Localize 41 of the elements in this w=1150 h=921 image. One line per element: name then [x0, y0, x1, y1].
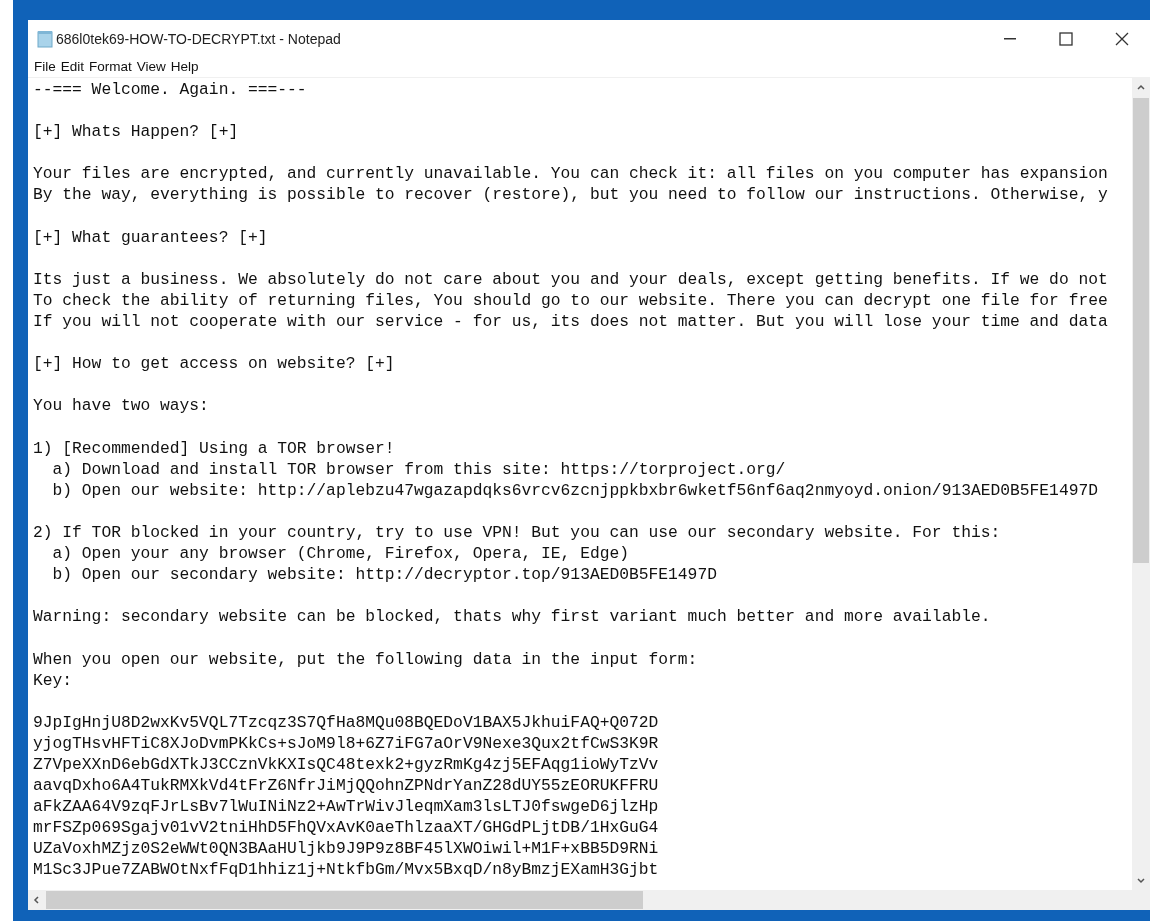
text-line: 2) If TOR blocked in your country, try to use VPN! But you can use our secondary website. For this: [33, 522, 1001, 542]
text-line: 9JpIgHnjU8D2wxKv5VQL7Tzcqz3S7QfHa8MQu08BQEDoV1BAX5JkhuiFAQ+Q072D [33, 712, 659, 732]
text-line: 1) [Recommended] Using a TOR browser! [33, 438, 395, 458]
notepad-icon [36, 30, 54, 48]
text-line: b) Open our secondary website: http://decryptor.top/913AED0B5FE1497D [51, 565, 717, 585]
text-line: By the way, everything is possible to recover (restore), but you need to follow our instructions. Otherwise, y [33, 185, 1108, 205]
minimize-icon [1004, 38, 1016, 40]
text-line: Z7VpeXXnD6ebGdXTkJ3CCznVkKXIsQC48texk2+gyzRmKg4zj5EFAqg1ioWyTzVv [33, 755, 659, 774]
text-line: If you will not cooperate with our service - for us, its does not matter. But you will lose your time and data [33, 312, 1108, 332]
text-line: aavqDxho6A4TukRMXkVd4tFrZ6NfrJiMjQQohnZPNdrYanZ28dUY55zEORUKFFRU [33, 776, 659, 796]
window-title: 686l0tek69-HOW-TO-DECRYPT.txt - Notepad [56, 29, 341, 49]
text-line: Warning: secondary website can be blocked, thats why first variant much better and more available. [33, 607, 991, 627]
close-icon [1115, 32, 1129, 46]
menu-item[interactable]: View [134, 57, 168, 78]
text-line: Key: [33, 670, 73, 690]
vertical-scrollbar[interactable] [1132, 78, 1150, 890]
text-line: aFkZAA64V9zqFJrLsBv7lWuINiNz2+AwTrWivJleqmXam3lsLTJ0fswgeD6jlzHp [33, 797, 659, 817]
text-line: yjogTHsvHFTiC8XJoDvmPKkCs+sJoM9l8+6Z7iFG7aOrV9Nexe3Qux2tfCwS3K9R [33, 733, 659, 753]
maximize-icon [1059, 32, 1073, 46]
menu-item[interactable]: Edit [58, 57, 87, 78]
text-line: To check the ability of returning files, You should go to our website. There you can decrypt one file for free [33, 290, 1108, 310]
text-line: Its just a business. We absolutely do not care about you and your deals, except getting benefits. If we do not [33, 269, 1108, 289]
menu-item[interactable]: Help [168, 57, 201, 78]
text-line: UZaVoxhMZjz0S2eWWt0QN3BAaHUljkb9J9P9z8BF45lXWOiwil+M1F+xBB5D9RNi [33, 839, 659, 859]
text-line: b) Open our website: http://aplebzu47wgazapdqks6vrcv6zcnjppkbxbr6wketf56nf6aq2nmyoyd.onion/913AED0B5FE1497D [51, 480, 1098, 500]
menu-item[interactable]: Format [87, 57, 134, 78]
horizontal-scrollbar[interactable] [28, 890, 1132, 910]
text-line: a) Open your any browser (Chrome, Firefox, Opera, IE, Edge) [51, 544, 629, 564]
text-line: Your files are encrypted, and currently unavailable. You can check it: all files on you computer has expansion [33, 164, 1108, 184]
text-line: [+] Whats Happen? [+] [33, 122, 239, 142]
text-line: M1Sc3JPue7ZABWOtNxfFqD1hhiz1j+NtkfbGm/Mvx5BxqD/n8yBmzjEXamH3Gjbt [33, 860, 659, 880]
text-line: mrFSZp069Sgajv01vV2tniHhD5FhQVxAvK0aeThlzaaXT/GHGdPLjtDB/1HxGuG4 [33, 818, 659, 838]
text-line: [+] How to get access on website? [+] [33, 354, 395, 374]
menu-item[interactable]: File [32, 57, 58, 78]
text-line: [+] What guarantees? [+] [33, 227, 268, 247]
text-line: When you open our website, put the following data in the input form: [33, 649, 698, 669]
scrollbar-thumb[interactable] [1133, 98, 1149, 563]
scrollbar-thumb[interactable] [46, 891, 643, 909]
text-line: --=== Welcome. Again. ===--- [33, 80, 307, 99]
text-line: a) Download and install TOR browser from this site: https://torproject.org/ [51, 459, 786, 479]
text-line: You have two ways: [33, 396, 209, 416]
